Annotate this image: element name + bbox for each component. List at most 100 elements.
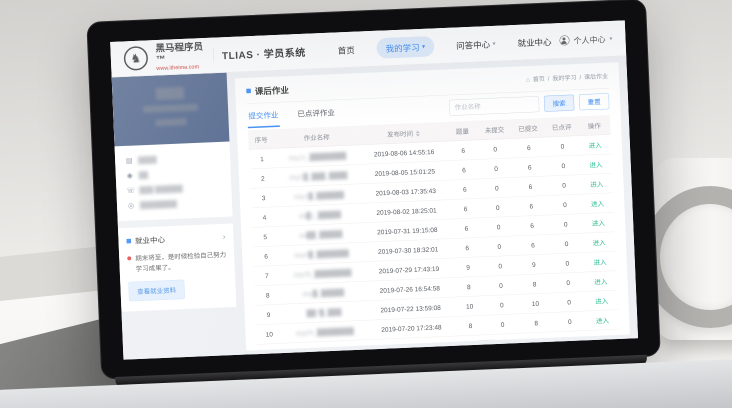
cell-submitted: 10 — [518, 293, 552, 314]
prev-page-button[interactable]: ‹ — [397, 344, 409, 351]
cell-not-submitted: 0 — [485, 294, 519, 315]
cell-submitted: 6 — [512, 137, 546, 158]
nav-item-my-learning[interactable]: 我的学习▾ — [376, 36, 434, 59]
cell-not-submitted: 0 — [481, 216, 515, 237]
main-panel: 课后作业 ⌂ 首页/ 我的学习/ 课后作业 — [235, 62, 630, 350]
enter-link[interactable]: 进入 — [591, 200, 604, 208]
page-button-2[interactable]: 2 — [429, 342, 441, 350]
homework-name-input[interactable] — [449, 96, 540, 116]
cell-question-count: 6 — [449, 179, 480, 200]
nav-item-qa-center[interactable]: 问答中心▾ — [456, 37, 496, 51]
user-avatar-icon — [559, 35, 569, 45]
cell-question-count: 8 — [455, 315, 486, 336]
cell-action: 进入 — [585, 271, 617, 292]
cell-reviewed: 0 — [547, 175, 581, 196]
col-index: 序号 — [248, 129, 274, 149]
breadcrumb-separator: / — [579, 74, 581, 81]
red-dot-icon — [127, 256, 131, 260]
job-center-notice: 期末将至，是时候检验自己努力学习成果了。 — [127, 249, 227, 275]
job-center-header[interactable]: 就业中心 › — [126, 232, 225, 247]
cell-reviewed: 0 — [548, 194, 582, 215]
cell-not-submitted: 0 — [479, 158, 513, 179]
goto-label: 前往 — [461, 343, 473, 351]
laptop-bezel: ♞ 黑马程序员™ www.itheima.com TLIAS · 学员系统 首页… — [86, 0, 661, 380]
user-menu[interactable]: 个人中心 ▾ — [559, 32, 612, 46]
breadcrumb-home[interactable]: 首页 — [533, 74, 545, 83]
profile-header: ████ ██████████████ ████████ — [112, 73, 230, 147]
nav-item-home[interactable]: 首页 — [337, 43, 355, 56]
page-content: ████ ██████████████ ████████ ▤████ ◉██ ☏… — [112, 56, 638, 360]
enter-link[interactable]: 进入 — [595, 297, 608, 305]
tabs: 提交作业 已点评作业 — [247, 100, 336, 128]
sort-icon[interactable] — [415, 131, 419, 137]
profile-info-list: ▤████ ◉██ ☏███ ██████ ◎████████ — [115, 142, 233, 222]
reset-button[interactable]: 重置 — [579, 93, 610, 110]
chevron-down-icon: ▾ — [492, 40, 495, 47]
phone-icon: ☏ — [126, 186, 134, 195]
cell-question-count: 6 — [447, 140, 478, 161]
enter-link[interactable]: 进入 — [594, 278, 607, 286]
user-menu-label: 个人中心 — [573, 33, 605, 46]
page-button-1[interactable]: 1 — [413, 343, 425, 350]
col-submitted: 已提交 — [511, 118, 545, 139]
page-suffix: 页 — [499, 341, 505, 350]
cell-reviewed: 0 — [551, 272, 585, 293]
list-item: ◎████████ — [127, 194, 223, 213]
cell-submitted: 6 — [514, 196, 548, 217]
cell-submitted: 6 — [515, 215, 549, 236]
cell-index: 2 — [250, 168, 276, 189]
tab-reviewed-homework[interactable]: 已点评作业 — [296, 100, 336, 126]
chevron-down-icon: ▾ — [422, 43, 425, 50]
cell-submitted: 8 — [517, 273, 551, 294]
cell-submitted: 6 — [512, 157, 546, 178]
tab-submit-homework[interactable]: 提交作业 — [247, 102, 280, 128]
cell-not-submitted: 0 — [478, 138, 512, 159]
cell-reviewed: 0 — [553, 311, 587, 332]
col-reviewed: 已点评 — [544, 116, 578, 137]
sidebar: ████ ██████████████ ████████ ▤████ ◉██ ☏… — [112, 73, 239, 360]
cell-reviewed: 0 — [549, 233, 583, 254]
goto-page-input[interactable] — [477, 340, 496, 351]
cell-action: 进入 — [579, 134, 611, 155]
enter-link[interactable]: 进入 — [593, 258, 606, 266]
view-job-materials-button[interactable]: 查看就业资料 — [128, 279, 185, 301]
cell-not-submitted: 0 — [484, 275, 518, 296]
cell-reviewed: 0 — [546, 155, 580, 176]
cell-action: 进入 — [581, 193, 613, 214]
cell-index: 9 — [255, 304, 281, 325]
brand: 黑马程序员™ www.itheima.com — [155, 41, 206, 71]
gender-icon: ◉ — [126, 171, 134, 180]
student-class-line: ██████████████ — [113, 102, 228, 116]
enter-link[interactable]: 进入 — [592, 219, 605, 227]
cell-index: 1 — [249, 148, 275, 169]
cell-action: 进入 — [581, 173, 613, 194]
cell-question-count: 10 — [454, 296, 485, 317]
next-page-button[interactable]: › — [445, 342, 457, 351]
cell-not-submitted: 0 — [482, 236, 516, 257]
cell-action: 进入 — [582, 212, 614, 233]
location-icon: ◎ — [127, 201, 135, 210]
cell-question-count: 6 — [451, 218, 482, 239]
cell-action: 进入 — [580, 154, 612, 175]
tlias-web-app: ♞ 黑马程序员™ www.itheima.com TLIAS · 学员系统 首页… — [110, 20, 638, 359]
cell-action: 进入 — [585, 290, 617, 311]
enter-link[interactable]: 进入 — [589, 161, 602, 169]
search-button[interactable]: 搜索 — [544, 94, 575, 111]
cell-submitted: 9 — [517, 254, 551, 275]
cell-index: 4 — [251, 207, 277, 228]
cell-submitted: 6 — [513, 176, 547, 197]
cell-question-count: 8 — [453, 276, 484, 297]
enter-link[interactable]: 进入 — [588, 141, 601, 149]
breadcrumb-my-learning[interactable]: 我的学习 — [552, 73, 576, 82]
home-icon: ⌂ — [526, 76, 530, 83]
total-count: 共 14 条 — [371, 346, 393, 350]
section-marker — [246, 89, 251, 94]
enter-link[interactable]: 进入 — [596, 317, 609, 325]
enter-link[interactable]: 进入 — [593, 239, 606, 247]
brand-url: www.itheima.com — [156, 63, 206, 71]
col-not-submitted: 未提交 — [477, 119, 511, 140]
cell-not-submitted: 0 — [485, 314, 519, 335]
enter-link[interactable]: 进入 — [590, 180, 603, 188]
cell-reviewed: 0 — [550, 253, 584, 274]
nav-item-job-center[interactable]: 就业中心 — [517, 35, 551, 49]
